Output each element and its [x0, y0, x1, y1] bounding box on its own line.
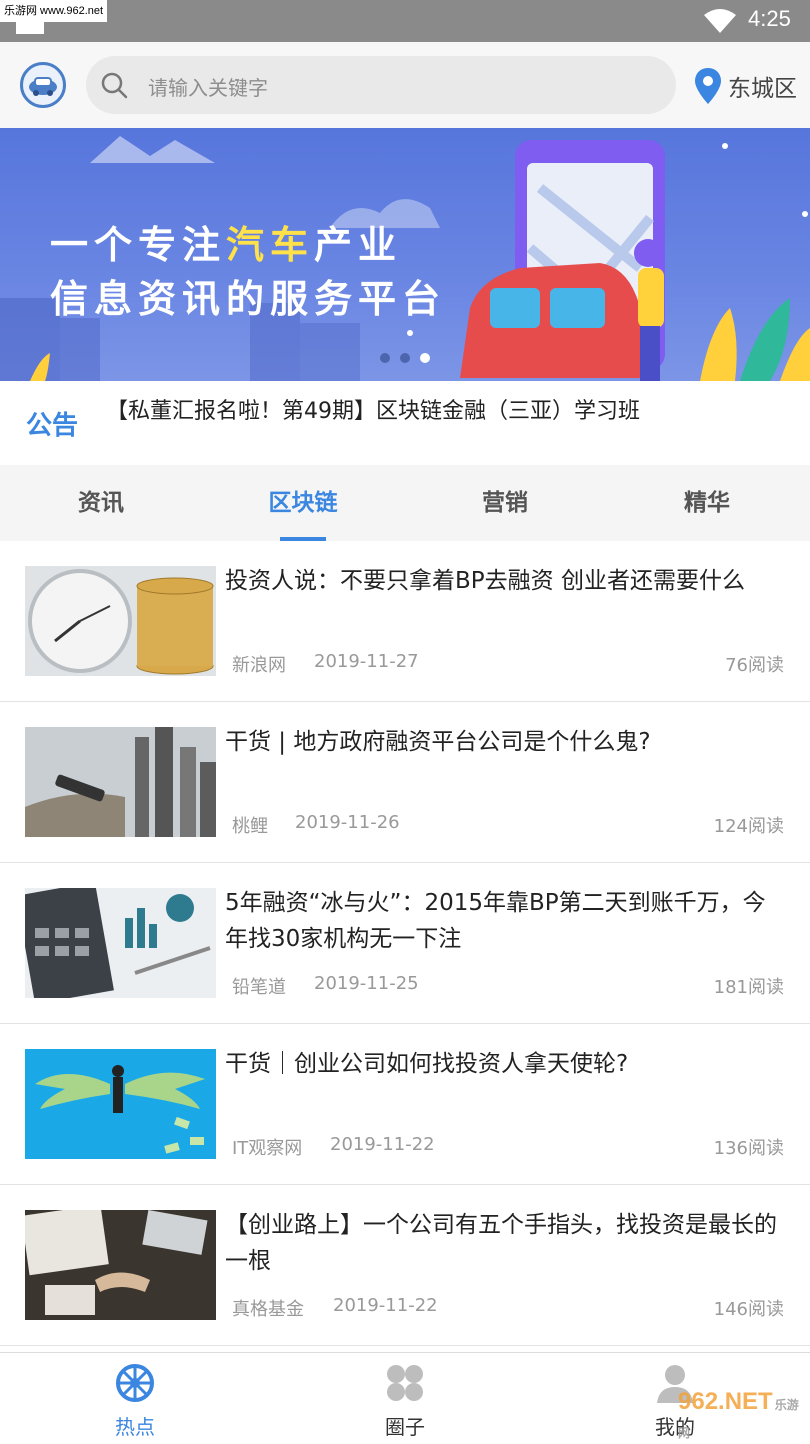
carousel-indicator — [380, 353, 440, 363]
list-item[interactable]: 干货｜创业公司如何找投资人拿天使轮? IT观察网 2019-11-22 136阅… — [0, 1024, 810, 1185]
article-source: 新浪网 — [232, 655, 286, 676]
location-pin-icon — [695, 68, 721, 104]
announcement-bar[interactable]: 公告 【私董汇报名啦！第49期】区块链金融（三亚）学习班 — [0, 381, 810, 465]
article-thumbnail — [25, 888, 216, 998]
article-title: 5年融资“冰与火”：2015年靠BP第二天到账千万，今年找30家机构无一下注 — [225, 890, 766, 952]
tab-featured[interactable]: 精华 — [606, 465, 808, 541]
announcement-tag: 公告 — [26, 411, 79, 441]
list-item[interactable]: 干货 | 地方政府融资平台公司是个什么鬼? 桃鲤 2019-11-26 124阅… — [0, 702, 810, 863]
search-bar[interactable]: 请输入关键字 — [86, 56, 676, 114]
article-thumbnail — [25, 566, 216, 676]
article-title: 【创业路上】一个公司有五个手指头，找投资是最长的一根 — [225, 1212, 777, 1274]
nav-hot[interactable]: 热点 — [0, 1353, 270, 1441]
tab-blockchain[interactable]: 区块链 — [202, 465, 404, 541]
banner-headline-2: 信息资讯的服务平台 — [50, 277, 447, 321]
article-thumbnail — [25, 1210, 216, 1320]
article-date: 2019-11-27 — [314, 651, 419, 672]
category-tabs: 资讯 区块链 营销 精华 — [0, 465, 810, 541]
wifi-icon — [704, 9, 736, 33]
article-date: 2019-11-26 — [295, 812, 400, 833]
article-read-count: 136阅读 — [713, 1138, 784, 1159]
article-thumbnail — [25, 727, 216, 837]
app-logo[interactable] — [20, 62, 66, 108]
list-item[interactable]: 投资人说：不要只拿着BP去融资 创业者还需要什么 新浪网 2019-11-27 … — [0, 541, 810, 702]
list-item[interactable]: 【创业路上】一个公司有五个手指头，找投资是最长的一根 真格基金 2019-11-… — [0, 1185, 810, 1346]
wheel-icon — [116, 1364, 154, 1402]
article-source: 真格基金 — [232, 1299, 304, 1320]
carousel-dot[interactable] — [400, 353, 410, 363]
article-date: 2019-11-25 — [314, 973, 419, 994]
header-bar: 请输入关键字 东城区 — [0, 42, 810, 128]
article-read-count: 76阅读 — [725, 655, 784, 676]
article-title: 投资人说：不要只拿着BP去融资 创业者还需要什么 — [225, 568, 745, 594]
article-date: 2019-11-22 — [333, 1295, 438, 1316]
nav-circle[interactable]: 圈子 — [270, 1353, 540, 1441]
status-bar: 乐游网 www.962.net 4:25 — [0, 0, 810, 42]
location-selector[interactable]: 东城区 — [694, 66, 797, 106]
location-label: 东城区 — [728, 76, 797, 102]
article-title: 干货 | 地方政府融资平台公司是个什么鬼? — [225, 729, 651, 755]
clover-icon — [387, 1365, 423, 1401]
article-read-count: 181阅读 — [713, 977, 784, 998]
carousel-dot-active[interactable] — [420, 353, 430, 363]
article-source: 铅笔道 — [232, 977, 286, 998]
site-watermark: 乐游网 www.962.net — [0, 0, 108, 22]
car-logo-icon — [29, 77, 57, 96]
search-icon — [101, 72, 128, 99]
article-date: 2019-11-22 — [330, 1134, 435, 1155]
announcement-text[interactable]: 【私董汇报名啦！第49期】区块链金融（三亚）学习班 — [106, 393, 640, 425]
notification-icon — [16, 22, 44, 34]
promo-banner[interactable]: 一个专注汽车产业 信息资讯的服务平台 — [0, 128, 810, 381]
nav-label: 热点 — [115, 1415, 155, 1439]
brand-watermark: 962.NET 乐游网 — [678, 1388, 799, 1440]
article-read-count: 124阅读 — [713, 816, 784, 837]
article-title: 干货｜创业公司如何找投资人拿天使轮? — [225, 1051, 629, 1077]
article-source: 桃鲤 — [232, 816, 268, 837]
article-source: IT观察网 — [232, 1138, 303, 1159]
search-input[interactable]: 请输入关键字 — [148, 72, 268, 101]
list-item[interactable]: 5年融资“冰与火”：2015年靠BP第二天到账千万，今年找30家机构无一下注 铅… — [0, 863, 810, 1024]
article-thumbnail — [25, 1049, 216, 1159]
banner-headline-1: 一个专注汽车产业 — [50, 223, 403, 267]
clock: 4:25 — [748, 6, 791, 31]
article-read-count: 146阅读 — [713, 1299, 784, 1320]
nav-label: 圈子 — [385, 1415, 425, 1439]
carousel-dot[interactable] — [380, 353, 390, 363]
tab-marketing[interactable]: 营销 — [404, 465, 606, 541]
tab-news[interactable]: 资讯 — [0, 465, 202, 541]
